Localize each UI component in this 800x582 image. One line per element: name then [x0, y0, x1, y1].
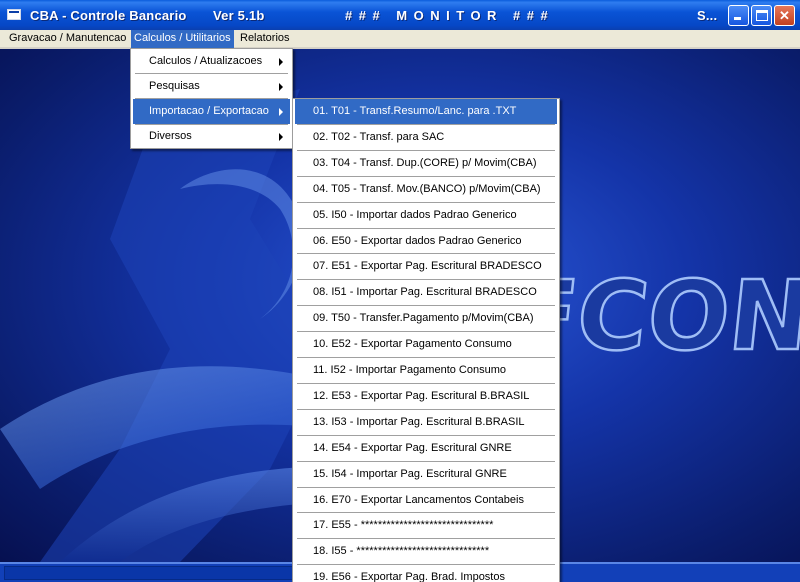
export-menu-item[interactable]: 19. E56 - Exportar Pag. Brad. Impostos — [295, 565, 557, 582]
export-menu-item-label: 18. I55 - ******************************… — [313, 545, 490, 557]
submenu-arrow-icon — [279, 133, 283, 141]
export-menu-item[interactable]: 09. T50 - Transfer.Pagamento p/Movim(CBA… — [295, 306, 557, 331]
export-menu-item[interactable]: 04. T05 - Transf. Mov.(BANCO) p/Movim(CB… — [295, 177, 557, 202]
export-menu-item[interactable]: 16. E70 - Exportar Lancamentos Contabeis — [295, 488, 557, 513]
minimize-button[interactable] — [728, 5, 749, 26]
menu-item-calculos-atualizacoes[interactable]: Calculos / Atualizacoes — [133, 49, 290, 74]
menu-item-label: Diversos — [149, 130, 192, 142]
export-menu-item-label: 13. I53 - Importar Pag. Escritural B.BRA… — [313, 416, 525, 428]
export-menu-item[interactable]: 06. E50 - Exportar dados Padrao Generico — [295, 229, 557, 254]
export-menu-item[interactable]: 05. I50 - Importar dados Padrao Generico — [295, 203, 557, 228]
menu-item-label: Calculos / Atualizacoes — [149, 55, 263, 67]
menu-item-pesquisas[interactable]: Pesquisas — [133, 74, 290, 99]
title-bar: CBA - Controle Bancario Ver 5.1b ### MON… — [0, 0, 800, 30]
export-menu-item-label: 19. E56 - Exportar Pag. Brad. Impostos — [313, 571, 505, 582]
export-menu-item-label: 08. I51 - Importar Pag. Escritural BRADE… — [313, 286, 537, 298]
export-menu-item[interactable]: 17. E55 - ******************************… — [295, 513, 557, 538]
close-button[interactable]: ✕ — [774, 5, 795, 26]
export-menu-item[interactable]: 07. E51 - Exportar Pag. Escritural BRADE… — [295, 254, 557, 279]
importacao-exportacao-submenu: 01. T01 - Transf.Resumo/Lanc. para .TXT 0… — [292, 98, 560, 582]
export-menu-item-label: 02. T02 - Transf. para SAC — [313, 131, 445, 143]
export-menu-item-label: 03. T04 - Transf. Dup.(CORE) p/ Movim(CB… — [313, 157, 537, 169]
export-menu-item-label: 17. E55 - ******************************… — [313, 519, 494, 531]
export-menu-item[interactable]: 14. E54 - Exportar Pag. Escritural GNRE — [295, 436, 557, 461]
menu-item-importacao-exportacao[interactable]: Importacao / Exportacao — [133, 99, 290, 124]
title-truncated-text: S... — [697, 8, 718, 23]
app-window-icon[interactable] — [7, 9, 21, 20]
export-menu-item[interactable]: 13. I53 - Importar Pag. Escritural B.BRA… — [295, 410, 557, 435]
export-menu-item-label: 07. E51 - Exportar Pag. Escritural BRADE… — [313, 260, 542, 272]
menu-gravacao-manutencao[interactable]: Gravacao / Manutencao — [6, 30, 129, 48]
menu-item-diversos[interactable]: Diversos — [133, 124, 290, 149]
version-label: Ver 5.1b — [213, 8, 265, 23]
maximize-icon — [756, 10, 768, 21]
export-menu-item-label: 14. E54 - Exportar Pag. Escritural GNRE — [313, 442, 512, 454]
submenu-arrow-icon — [279, 108, 283, 116]
minimize-icon — [734, 17, 741, 20]
menu-item-label: Importacao / Exportacao — [149, 105, 269, 117]
export-menu-item[interactable]: 10. E52 - Exportar Pagamento Consumo — [295, 332, 557, 357]
export-menu-item-label: 01. T01 - Transf.Resumo/Lanc. para .TXT — [313, 105, 517, 117]
export-menu-item[interactable]: 12. E53 - Exportar Pag. Escritural B.BRA… — [295, 384, 557, 409]
export-menu-item-label: 16. E70 - Exportar Lancamentos Contabeis — [313, 494, 524, 506]
export-menu-item[interactable]: 15. I54 - Importar Pag. Escritural GNRE — [295, 462, 557, 487]
menu-bar: Gravacao / Manutencao Calculos / Utilita… — [0, 30, 800, 48]
export-menu-item-label: 04. T05 - Transf. Mov.(BANCO) p/Movim(CB… — [313, 183, 541, 195]
submenu-arrow-icon — [279, 83, 283, 91]
export-menu-item[interactable]: 01. T01 - Transf.Resumo/Lanc. para .TXT — [295, 99, 557, 124]
export-menu-item[interactable]: 02. T02 - Transf. para SAC — [295, 125, 557, 150]
submenu-arrow-icon — [279, 58, 283, 66]
export-menu-item-label: 15. I54 - Importar Pag. Escritural GNRE — [313, 468, 507, 480]
close-icon: ✕ — [779, 8, 790, 23]
menu-relatorios[interactable]: Relatorios — [237, 30, 293, 48]
export-menu-item[interactable]: 08. I51 - Importar Pag. Escritural BRADE… — [295, 280, 557, 305]
calculos-utilitarios-menu: Calculos / Atualizacoes Pesquisas Import… — [130, 48, 293, 149]
menu-calculos-utilitarios[interactable]: Calculos / Utilitarios — [131, 30, 234, 48]
export-menu-item[interactable]: 18. I55 - ******************************… — [295, 539, 557, 564]
monitor-label: ### MONITOR ### — [345, 8, 555, 23]
export-menu-item[interactable]: 11. I52 - Importar Pagamento Consumo — [295, 358, 557, 383]
export-menu-item[interactable]: 03. T04 - Transf. Dup.(CORE) p/ Movim(CB… — [295, 151, 557, 176]
window-title: CBA - Controle Bancario — [30, 8, 187, 23]
export-menu-item-label: 05. I50 - Importar dados Padrao Generico — [313, 209, 517, 221]
export-menu-item-label: 10. E52 - Exportar Pagamento Consumo — [313, 338, 512, 350]
export-menu-item-label: 06. E50 - Exportar dados Padrao Generico — [313, 235, 522, 247]
export-menu-item-label: 09. T50 - Transfer.Pagamento p/Movim(CBA… — [313, 312, 534, 324]
menu-item-label: Pesquisas — [149, 80, 200, 92]
export-menu-item-label: 11. I52 - Importar Pagamento Consumo — [313, 364, 507, 376]
export-menu-item-label: 12. E53 - Exportar Pag. Escritural B.BRA… — [313, 390, 530, 402]
maximize-button[interactable] — [751, 5, 772, 26]
